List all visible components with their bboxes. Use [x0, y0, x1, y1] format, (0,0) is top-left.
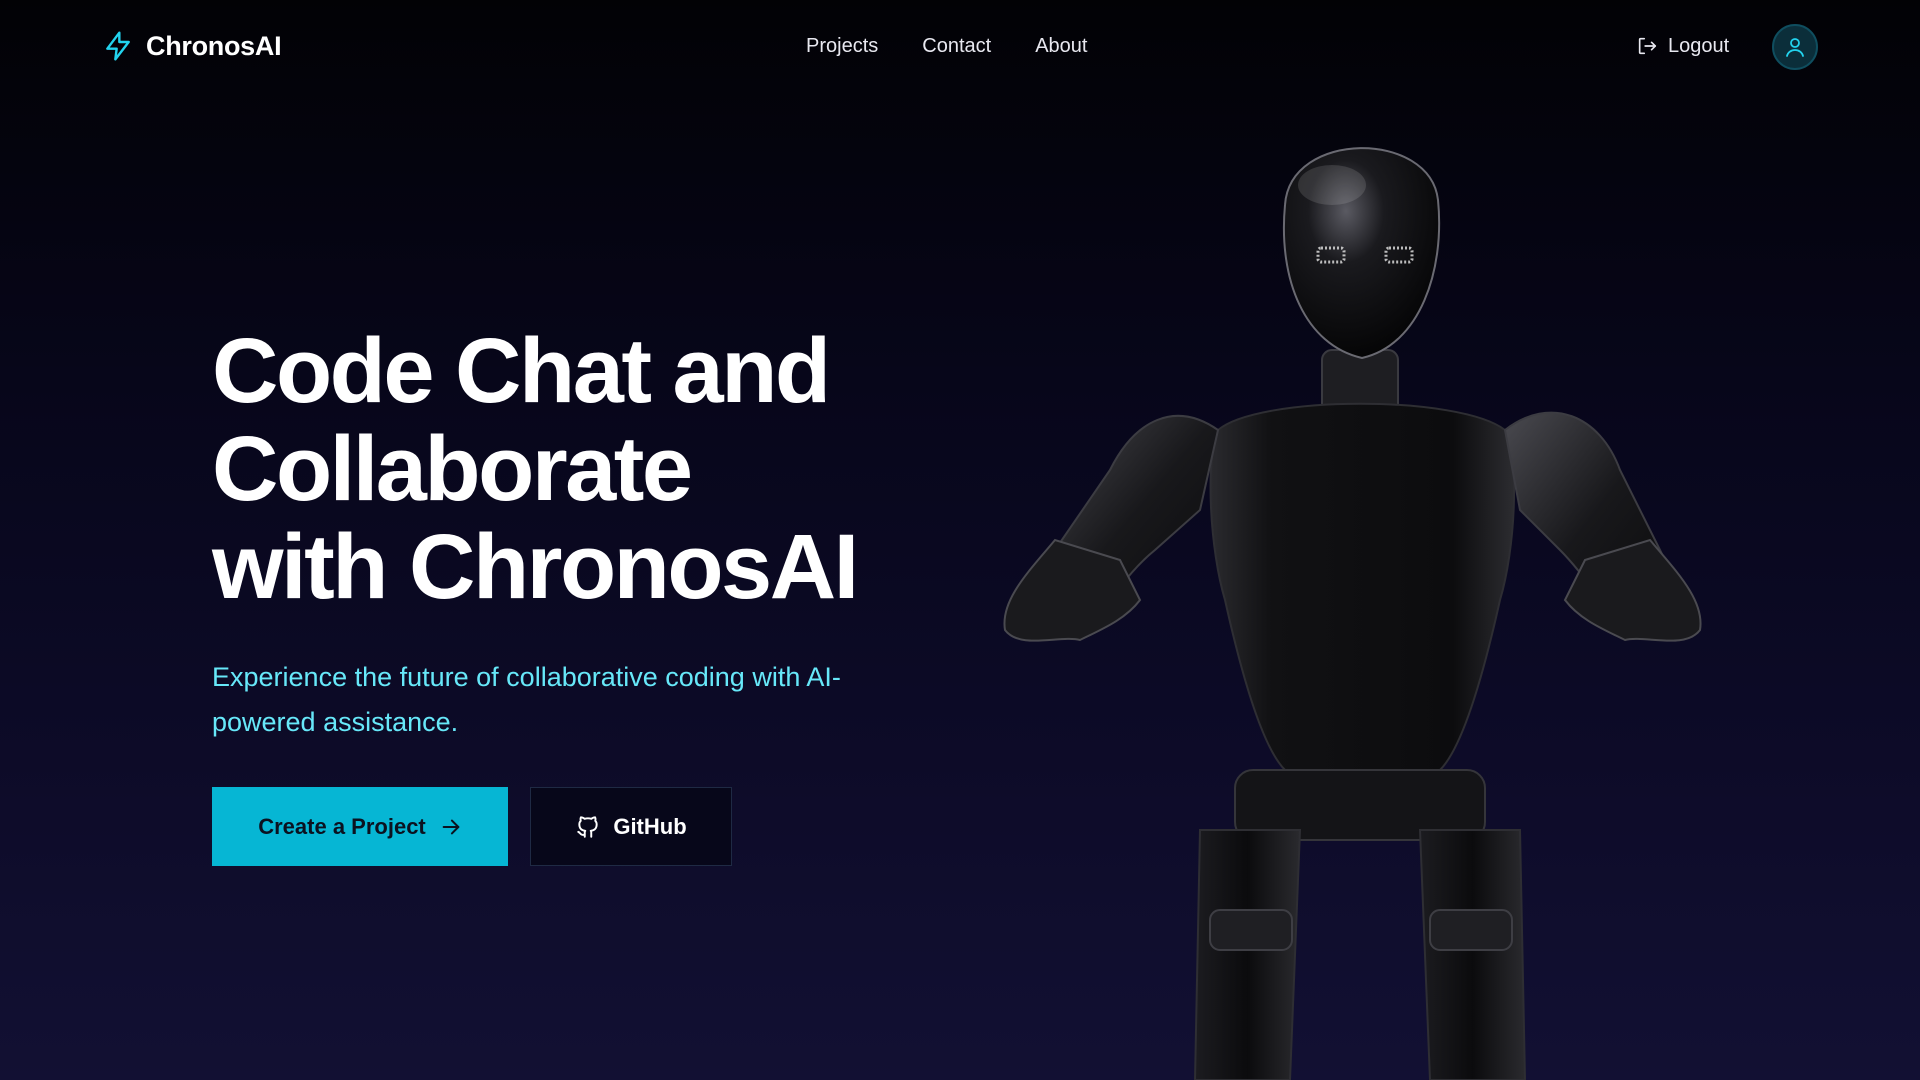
brand-name: ChronosAI: [146, 30, 282, 61]
create-project-label: Create a Project: [258, 813, 426, 839]
nav-contact-link[interactable]: Contact: [922, 30, 991, 62]
nav-about-link[interactable]: About: [1035, 30, 1087, 62]
hero-title: Code Chat and Collaborate with ChronosAI: [212, 322, 972, 616]
robot-head-highlight: [1298, 165, 1366, 205]
logout-label: Logout: [1668, 35, 1730, 57]
arrow-right-icon: [442, 819, 460, 834]
hero-subtitle: Experience the future of collaborative c…: [212, 662, 841, 737]
hero-title-line-1: Code Chat and: [212, 320, 831, 422]
robot-torso: [1209, 402, 1516, 771]
github-icon: [577, 815, 598, 838]
robot-illustration: [1003, 147, 1702, 1080]
hero-title-line-3: with ChronosAI: [212, 516, 859, 618]
logout-button[interactable]: Logout: [1636, 30, 1729, 62]
robot-right-leg: [1418, 829, 1527, 1080]
robot-right-knee: [1429, 909, 1513, 951]
lightning-bolt-icon: [106, 31, 130, 61]
github-button[interactable]: GitHub: [530, 787, 732, 866]
robot-left-leg: [1193, 829, 1302, 1080]
create-project-button[interactable]: Create a Project: [212, 787, 508, 866]
hero-title-line-2: Collaborate: [212, 418, 693, 520]
user-avatar-button[interactable]: [1772, 24, 1818, 70]
robot-left-knee: [1209, 909, 1293, 951]
github-label: GitHub: [613, 813, 687, 839]
logout-icon: [1638, 37, 1657, 55]
nav-projects-link[interactable]: Projects: [806, 30, 878, 62]
brand-logo-link[interactable]: ChronosAI: [102, 28, 282, 64]
top-navigation-bar: ChronosAI Projects Contact About Logout: [0, 0, 1920, 94]
user-icon: [1786, 38, 1804, 57]
main-nav: Projects Contact About: [806, 30, 1087, 62]
